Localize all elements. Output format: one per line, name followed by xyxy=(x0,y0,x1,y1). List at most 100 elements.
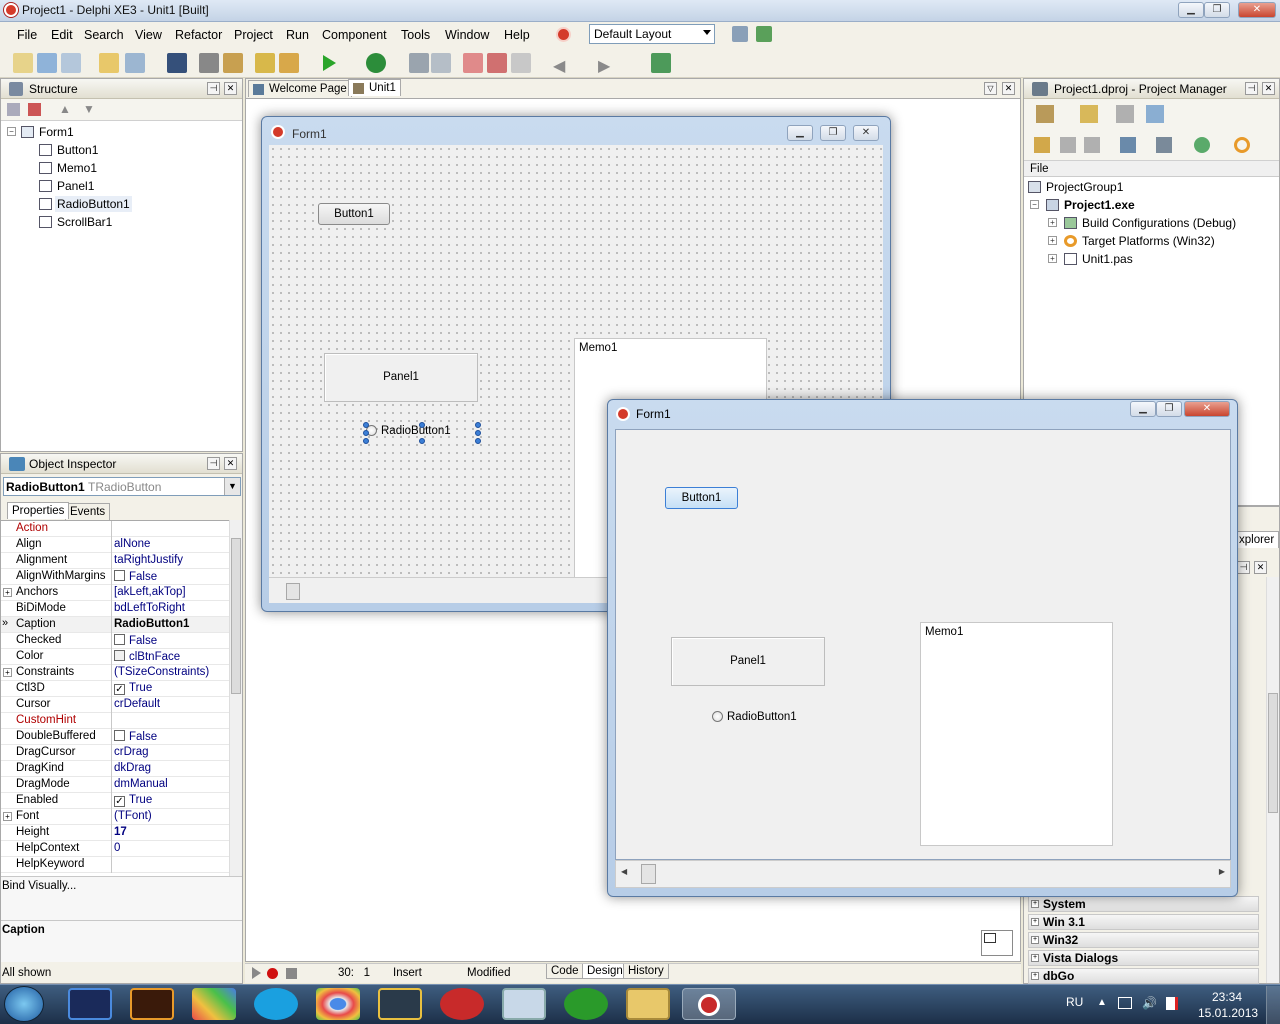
new-form-icon[interactable] xyxy=(37,53,57,73)
checkbox[interactable]: ✓ xyxy=(114,684,125,695)
utorrent-icon[interactable] xyxy=(564,988,608,1020)
scroll-right-arrow-icon[interactable]: ▶ xyxy=(1219,867,1225,876)
menu-search[interactable]: Search xyxy=(84,28,124,42)
picasa-icon[interactable] xyxy=(192,988,236,1020)
column-divider[interactable] xyxy=(111,793,112,809)
selection-handle[interactable] xyxy=(363,422,369,428)
pin-icon[interactable]: ⊣ xyxy=(207,457,220,470)
menu-project[interactable]: Project xyxy=(234,28,273,42)
column-divider[interactable] xyxy=(111,729,112,745)
tab-properties[interactable]: Properties xyxy=(7,502,70,519)
column-divider[interactable] xyxy=(111,617,112,633)
tree-expander-icon[interactable]: + xyxy=(1048,254,1057,263)
pause-icon[interactable] xyxy=(409,53,429,73)
property-row[interactable]: Ctl3D ✓ True xyxy=(1,681,229,697)
property-value[interactable]: bdLeftToRight xyxy=(114,602,185,614)
view-icon[interactable] xyxy=(1146,105,1164,123)
property-row[interactable]: AlignWithMargins False xyxy=(1,569,229,585)
delphi-taskbar-icon[interactable] xyxy=(682,988,736,1020)
column-divider[interactable] xyxy=(111,665,112,681)
activate-icon[interactable] xyxy=(1036,105,1054,123)
new-items-icon[interactable] xyxy=(13,53,33,73)
selection-handle[interactable] xyxy=(475,438,481,444)
panel-close-icon[interactable]: ✕ xyxy=(1254,561,1267,574)
property-row[interactable]: BiDiMode bdLeftToRight xyxy=(1,601,229,617)
design-panel1[interactable]: Panel1 xyxy=(324,353,478,402)
new-unit-icon[interactable] xyxy=(61,53,81,73)
column-divider[interactable] xyxy=(111,857,112,873)
tree-expander-icon[interactable]: − xyxy=(7,127,16,136)
close-button[interactable]: ✕ xyxy=(1238,2,1276,18)
property-value[interactable]: crDrag xyxy=(114,746,149,758)
memo1[interactable]: Memo1 xyxy=(920,622,1113,846)
property-row[interactable]: Action xyxy=(1,521,229,537)
column-file[interactable]: File xyxy=(1030,163,1049,175)
tree-item-scrollbar1[interactable]: ScrollBar1 xyxy=(57,215,112,229)
property-row[interactable]: Height 17 xyxy=(1,825,229,841)
checkbox[interactable] xyxy=(114,730,125,741)
calculator-icon[interactable] xyxy=(502,988,546,1020)
palette-category-win31[interactable]: + Win 3.1 xyxy=(1028,914,1259,930)
tree-item-project1-exe[interactable]: Project1.exe xyxy=(1064,198,1135,212)
column-divider[interactable] xyxy=(111,697,112,713)
save-all-icon[interactable] xyxy=(199,53,219,73)
tab-list-icon[interactable]: ▽ xyxy=(984,82,997,95)
tab-code[interactable]: Code xyxy=(546,964,584,979)
illustrator-icon[interactable] xyxy=(130,988,174,1020)
property-row[interactable]: DragMode dmManual xyxy=(1,777,229,793)
expand-icon[interactable] xyxy=(1060,137,1076,153)
menu-refactor[interactable]: Refactor xyxy=(175,28,222,42)
embarcadero-icon[interactable] xyxy=(556,27,571,42)
selection-handle[interactable] xyxy=(363,430,369,436)
property-row[interactable]: CustomHint xyxy=(1,713,229,729)
property-row[interactable]: Checked False xyxy=(1,633,229,649)
scrollbar-thumb[interactable] xyxy=(231,538,241,694)
palette-category-dbgo[interactable]: + dbGo xyxy=(1028,968,1259,984)
property-value[interactable]: (TFont) xyxy=(114,810,152,822)
tab-events[interactable]: Events xyxy=(65,503,111,520)
menu-run[interactable]: Run xyxy=(286,28,309,42)
open-icon[interactable] xyxy=(99,53,119,73)
scrollbar-thumb[interactable] xyxy=(286,583,300,600)
property-row[interactable]: » Caption RadioButton1 xyxy=(1,617,229,633)
tab-welcome-page[interactable]: Welcome Page xyxy=(248,80,352,97)
property-grid-scrollbar[interactable] xyxy=(229,520,242,876)
tab-history[interactable]: History xyxy=(623,964,669,979)
property-row[interactable]: + Font (TFont) xyxy=(1,809,229,825)
move-up-icon[interactable]: ▲ xyxy=(59,102,71,116)
running-form-maximize[interactable]: ❐ xyxy=(1156,401,1182,417)
menu-component[interactable]: Component xyxy=(322,28,387,42)
column-divider[interactable] xyxy=(111,649,112,665)
bind-visually-link[interactable]: Bind Visually... xyxy=(2,880,76,892)
tab-model-view-explorer[interactable]: xplorer xyxy=(1234,531,1280,548)
collapse-all-icon[interactable] xyxy=(7,103,20,116)
expand-icon[interactable]: + xyxy=(3,588,12,597)
tree-item-target-platforms[interactable]: Target Platforms (Win32) xyxy=(1082,234,1215,248)
tree-item-projectgroup1[interactable]: ProjectGroup1 xyxy=(1046,180,1123,194)
volume-icon[interactable]: 🔊 xyxy=(1142,996,1157,1010)
column-divider[interactable] xyxy=(111,809,112,825)
collapse-icon[interactable] xyxy=(1084,137,1100,153)
platform-icon[interactable] xyxy=(1234,137,1250,153)
compile-icon[interactable] xyxy=(1194,137,1210,153)
column-divider[interactable] xyxy=(111,761,112,777)
column-divider[interactable] xyxy=(111,841,112,857)
embarcadero-launcher-icon[interactable] xyxy=(440,988,484,1020)
set-debug-desktop-icon[interactable] xyxy=(756,26,772,42)
build-icon[interactable] xyxy=(1156,137,1172,153)
chrome-icon[interactable] xyxy=(316,988,360,1020)
property-row[interactable]: DragKind dkDrag xyxy=(1,761,229,777)
macro-stop-icon[interactable] xyxy=(286,968,297,979)
new-icon[interactable] xyxy=(1080,105,1098,123)
remove-from-project-icon[interactable] xyxy=(279,53,299,73)
back-arrow-icon[interactable]: ◀ xyxy=(553,56,565,76)
menu-help[interactable]: Help xyxy=(504,28,530,42)
scroll-left-arrow-icon[interactable]: ◀ xyxy=(621,867,627,876)
save-icon[interactable] xyxy=(167,53,187,73)
tree-item-memo1[interactable]: Memo1 xyxy=(57,161,97,175)
open-project-icon[interactable] xyxy=(125,53,145,73)
button1[interactable]: Button1 xyxy=(665,487,738,509)
running-form-minimize[interactable]: ▁ xyxy=(1130,401,1156,417)
show-desktop-button[interactable] xyxy=(1266,986,1280,1024)
palette-category-system[interactable]: + System xyxy=(1028,896,1259,912)
